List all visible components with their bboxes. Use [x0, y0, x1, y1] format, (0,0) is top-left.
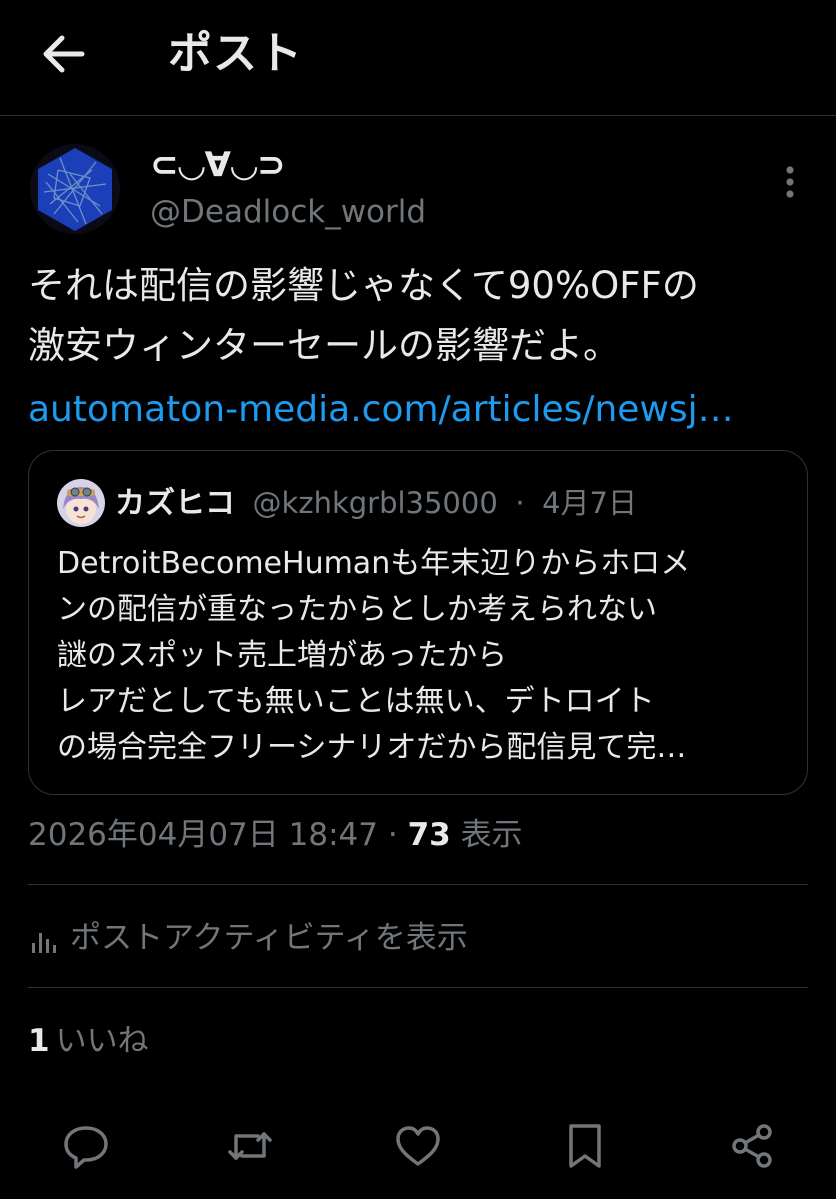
bookmark-icon: [569, 1124, 601, 1168]
views-label: 表示: [460, 817, 523, 853]
quote-date: 4月7日: [542, 486, 638, 520]
avatar-image: [30, 144, 120, 234]
author-display-name[interactable]: ⊂◡∀◡⊃: [150, 143, 286, 187]
analytics-icon: [32, 932, 56, 953]
post-activity-button[interactable]: ポストアクティビティを表示: [28, 912, 468, 964]
likes-summary[interactable]: 1 いいね: [28, 1018, 149, 1064]
repost-button[interactable]: [222, 1118, 278, 1174]
avatar-image: [57, 479, 105, 527]
post-timestamp[interactable]: 2026年04月07日 18:47: [28, 817, 378, 853]
meta-separator: ·: [387, 817, 398, 853]
share-button[interactable]: [724, 1118, 780, 1174]
quote-text-line: レアだとしても無いことは無い、デトロイト: [57, 684, 655, 719]
back-button[interactable]: [34, 24, 94, 84]
quote-text-line: DetroitBecomeHumanも年末辺りからホロメ: [57, 546, 691, 581]
more-options-button[interactable]: [770, 160, 810, 204]
arrow-left-icon: [43, 35, 85, 73]
reply-icon: [64, 1126, 108, 1169]
post-meta: 2026年04月07日 18:47 · 73 表示: [28, 812, 523, 858]
heart-icon: [396, 1126, 440, 1166]
divider: [28, 884, 808, 885]
quote-author-handle: @kzhkgrbl35000: [252, 486, 498, 520]
quote-header: カズヒコ @kzhkgrbl35000 · 4月7日: [115, 479, 637, 527]
quote-author-avatar: [57, 479, 105, 527]
quote-text-line: の場合完全フリーシナリオだから配信見て完…: [57, 730, 687, 765]
author-avatar[interactable]: [30, 144, 120, 234]
quote-author-name: カズヒコ: [115, 486, 235, 521]
quote-text-line: ンの配信が重なったからとしか考えられない: [57, 592, 657, 627]
post-text-line: 激安ウィンターセールの影響だよ。: [28, 324, 620, 367]
divider: [28, 987, 808, 988]
repost-icon: [228, 1132, 272, 1160]
top-bar: ポスト: [0, 0, 836, 116]
post-text-line: それは配信の影響じゃなくて90%OFFの: [28, 264, 699, 307]
quote-text-line: 謎のスポット売上増があったから: [57, 638, 507, 673]
likes-count: 1: [28, 1023, 50, 1059]
post-activity-label: ポストアクティビティを表示: [70, 920, 468, 956]
quote-text: DetroitBecomeHumanも年末辺りからホロメ ンの配信が重なったから…: [57, 541, 787, 771]
likes-label: いいね: [55, 1023, 149, 1059]
quote-separator: ·: [515, 486, 525, 520]
bookmark-button[interactable]: [557, 1118, 613, 1174]
like-button[interactable]: [390, 1118, 446, 1174]
reply-button[interactable]: [58, 1118, 114, 1174]
more-vertical-icon: [786, 166, 794, 198]
views-count: 73: [407, 817, 451, 853]
quoted-post[interactable]: カズヒコ @kzhkgrbl35000 · 4月7日 DetroitBecome…: [28, 450, 808, 795]
author-handle[interactable]: @Deadlock_world: [150, 192, 426, 232]
share-icon: [732, 1124, 772, 1168]
post-text: それは配信の影響じゃなくて90%OFFの 激安ウィンターセールの影響だよ。: [28, 256, 818, 376]
page-title: ポスト: [168, 28, 303, 79]
post-link[interactable]: automaton-media.com/articles/newsj…: [28, 384, 818, 436]
